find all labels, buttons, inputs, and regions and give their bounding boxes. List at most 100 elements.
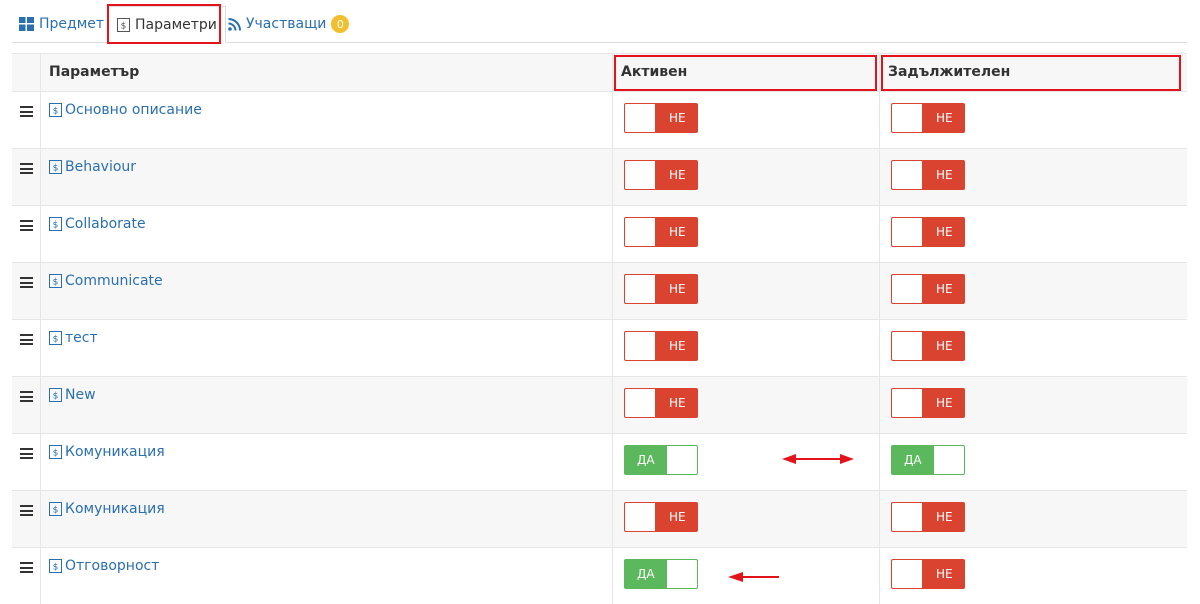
toggle-label: НЕ [669, 168, 686, 182]
toggle-label: НЕ [669, 339, 686, 353]
required-toggle[interactable]: НЕ [891, 559, 965, 589]
required-toggle[interactable]: НЕ [891, 274, 965, 304]
table-row: $ Behaviour НЕ НЕ [12, 148, 1187, 205]
parameter-icon: $ [49, 274, 62, 288]
toggle-knob [934, 446, 964, 474]
table-row: $ Основно описание НЕ НЕ [12, 91, 1187, 148]
svg-text:$: $ [53, 107, 59, 117]
toggle-knob [892, 332, 922, 360]
svg-text:$: $ [53, 563, 59, 573]
tab-parameters-label: Параметри [135, 16, 217, 33]
required-toggle[interactable]: НЕ [891, 160, 965, 190]
toggle-knob [892, 218, 922, 246]
grid-icon [19, 17, 34, 31]
drag-handle-icon[interactable] [20, 277, 33, 288]
parameter-link[interactable]: $ New [49, 387, 96, 403]
required-toggle[interactable]: НЕ [891, 502, 965, 532]
required-toggle[interactable]: НЕ [891, 331, 965, 361]
parameter-link[interactable]: $ Отговорност [49, 558, 159, 574]
drag-handle-icon[interactable] [20, 106, 33, 117]
parameter-name: Основно описание [65, 102, 202, 118]
active-toggle[interactable]: ДА [624, 445, 698, 475]
parameter-icon: $ [49, 331, 62, 345]
parameter-icon: $ [49, 445, 62, 459]
drag-handle-icon[interactable] [20, 163, 33, 174]
toggle-knob [625, 218, 655, 246]
parameter-name: тест [65, 330, 98, 346]
active-toggle[interactable]: НЕ [624, 388, 698, 418]
parameter-link[interactable]: $ Communicate [49, 273, 163, 289]
active-toggle[interactable]: НЕ [624, 274, 698, 304]
required-toggle[interactable]: НЕ [891, 103, 965, 133]
toggle-knob [892, 503, 922, 531]
table-row: $ Отговорност ДА НЕ [12, 547, 1187, 604]
toggle-knob [667, 560, 697, 588]
table-row: $ New НЕ НЕ [12, 376, 1187, 433]
required-toggle[interactable]: ДА [891, 445, 965, 475]
drag-handle-icon[interactable] [20, 448, 33, 459]
toggle-knob [892, 275, 922, 303]
toggle-label: НЕ [936, 111, 953, 125]
parameter-name: New [65, 387, 96, 403]
parameter-link[interactable]: $ Основно описание [49, 102, 202, 118]
parameter-name: Collaborate [65, 216, 146, 232]
drag-handle-icon[interactable] [20, 391, 33, 402]
table-header: Параметър Активен Задължителен [12, 53, 1187, 91]
toggle-knob [892, 560, 922, 588]
tab-participants-label: Участващи [246, 16, 327, 32]
parameter-name: Комуникация [65, 501, 165, 517]
tab-parameters[interactable]: $ Параметри [108, 6, 226, 43]
required-toggle[interactable]: НЕ [891, 388, 965, 418]
toggle-knob [625, 332, 655, 360]
table-row: $ Communicate НЕ НЕ [12, 262, 1187, 319]
header-active: Активен [621, 64, 688, 80]
svg-text:$: $ [53, 449, 59, 459]
drag-handle-icon[interactable] [20, 505, 33, 516]
toggle-knob [892, 389, 922, 417]
svg-text:$: $ [53, 278, 59, 288]
toggle-label: НЕ [669, 510, 686, 524]
tab-participants[interactable]: Участващи 0 [228, 9, 350, 39]
svg-text:$: $ [121, 21, 127, 31]
drag-handle-icon[interactable] [20, 334, 33, 345]
parameter-link[interactable]: $ Комуникация [49, 501, 165, 517]
svg-text:$: $ [53, 164, 59, 174]
svg-text:$: $ [53, 221, 59, 231]
svg-text:$: $ [53, 335, 59, 345]
toggle-label: НЕ [936, 510, 953, 524]
column-divider [40, 53, 41, 604]
toggle-knob [625, 161, 655, 189]
table-row: $ Комуникация НЕ НЕ [12, 490, 1187, 547]
active-toggle[interactable]: ДА [624, 559, 698, 589]
parameter-name: Communicate [65, 273, 163, 289]
tab-bar: Предмет $ Параметри Участващи 0 [12, 6, 1187, 43]
active-toggle[interactable]: НЕ [624, 331, 698, 361]
drag-handle-icon[interactable] [20, 562, 33, 573]
tab-subject[interactable]: Предмет [19, 9, 104, 39]
active-toggle[interactable]: НЕ [624, 217, 698, 247]
parameter-name: Behaviour [65, 159, 137, 175]
toggle-knob [892, 104, 922, 132]
parameter-icon: $ [49, 388, 62, 402]
table-row: $ тест НЕ НЕ [12, 319, 1187, 376]
active-toggle[interactable]: НЕ [624, 502, 698, 532]
parameter-link[interactable]: $ тест [49, 330, 98, 346]
parameter-link[interactable]: $ Behaviour [49, 159, 136, 175]
required-toggle[interactable]: НЕ [891, 217, 965, 247]
parameter-link[interactable]: $ Collaborate [49, 216, 146, 232]
toggle-knob [625, 389, 655, 417]
active-toggle[interactable]: НЕ [624, 160, 698, 190]
parameter-icon: $ [49, 559, 62, 573]
drag-handle-icon[interactable] [20, 220, 33, 231]
parameter-name: Отговорност [65, 558, 160, 574]
parameter-icon: $ [49, 160, 62, 174]
toggle-label: НЕ [936, 225, 953, 239]
toggle-label: НЕ [669, 396, 686, 410]
svg-text:$: $ [53, 392, 59, 402]
parameter-link[interactable]: $ Комуникация [49, 444, 165, 460]
toggle-label: НЕ [669, 111, 686, 125]
toggle-label: НЕ [936, 396, 953, 410]
column-divider [612, 53, 613, 604]
active-toggle[interactable]: НЕ [624, 103, 698, 133]
toggle-knob [625, 104, 655, 132]
